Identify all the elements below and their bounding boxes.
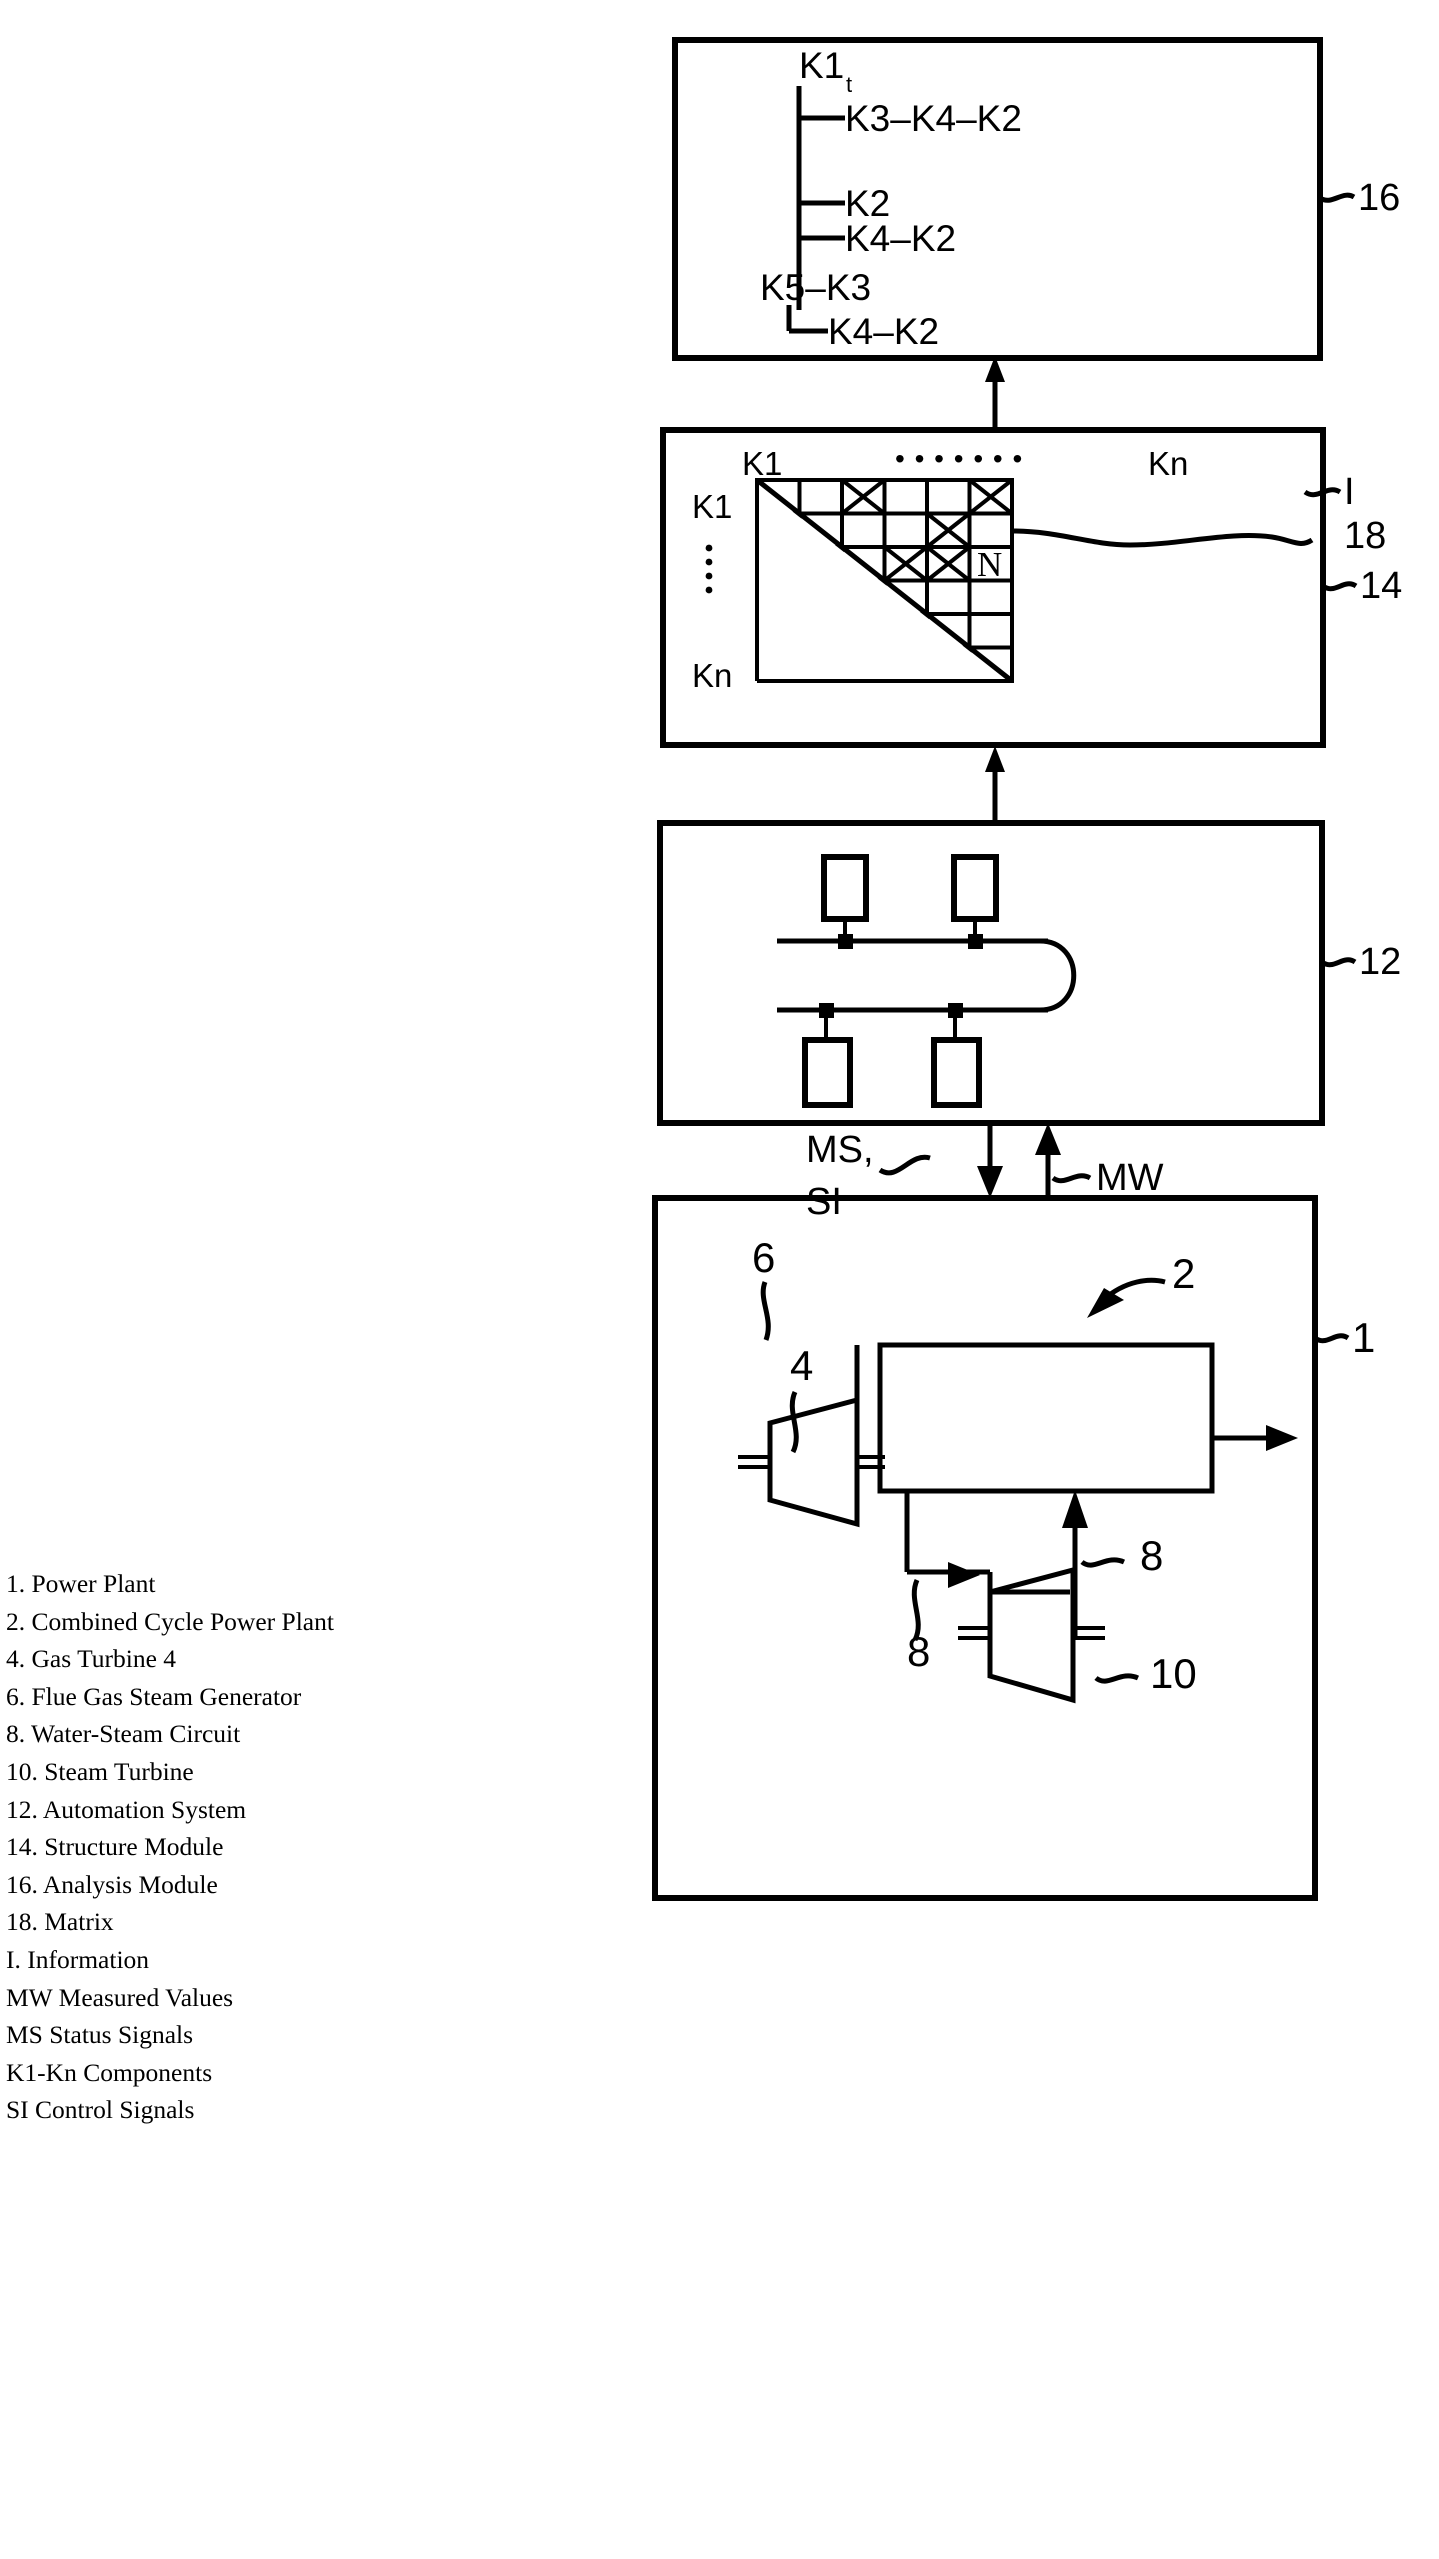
legend-item: 4. Gas Turbine 4 bbox=[6, 1644, 177, 1674]
legend-item: SI Control Signals bbox=[6, 2095, 195, 2125]
ref-label-6: 6 bbox=[752, 1234, 775, 1281]
legend: 1. Power Plant 2. Combined Cycle Power P… bbox=[6, 1565, 426, 2129]
legend-item: K1-Kn Components bbox=[6, 2057, 213, 2087]
figure-canvas: K1 t K3–K4–K2 K2 K4–K2 K5–K3 K4–K2 16 K1… bbox=[0, 0, 1439, 2559]
signal-label-ms: MS, bbox=[806, 1129, 874, 1171]
ref-label-12: 12 bbox=[1359, 941, 1401, 983]
ref-label-8-right: 8 bbox=[1140, 1532, 1163, 1579]
tree2-child-label: K4–K2 bbox=[828, 311, 939, 352]
matrix-row-first-label: K1 bbox=[692, 488, 732, 525]
ref-label-14: 14 bbox=[1360, 565, 1402, 607]
legend-item: 18. Matrix bbox=[6, 1907, 114, 1937]
legend-item: 12. Automation System bbox=[6, 1794, 247, 1824]
ref-label-16: 16 bbox=[1358, 177, 1400, 219]
ref-label-18: 18 bbox=[1344, 515, 1386, 557]
legend-item: 6. Flue Gas Steam Generator bbox=[6, 1681, 302, 1711]
legend-item: 8. Water-Steam Circuit bbox=[6, 1719, 241, 1749]
matrix-row-last-label: Kn bbox=[692, 657, 732, 694]
tree-root-suffix: t bbox=[846, 72, 852, 97]
ref-label-4: 4 bbox=[790, 1342, 813, 1389]
legend-item: 10. Steam Turbine bbox=[6, 1756, 194, 1786]
legend-item: I. Information bbox=[6, 1944, 150, 1974]
matrix-col-first-label: K1 bbox=[742, 445, 782, 482]
legend-item: 2. Combined Cycle Power Plant bbox=[6, 1606, 334, 1636]
legend-item: MS Status Signals bbox=[6, 2020, 194, 2050]
tree-child-label-3: K4–K2 bbox=[845, 218, 956, 259]
ref-label-I: I bbox=[1344, 471, 1355, 513]
legend-item: 14. Structure Module bbox=[6, 1832, 224, 1862]
tree2-root-label: K5–K3 bbox=[760, 267, 871, 308]
signal-label-si: SI bbox=[806, 1181, 842, 1223]
ref-label-1: 1 bbox=[1352, 1314, 1375, 1361]
patent-figure: K1 t K3–K4–K2 K2 K4–K2 K5–K3 K4–K2 16 K1… bbox=[0, 0, 1439, 2559]
tree-child-label-1: K3–K4–K2 bbox=[845, 98, 1022, 139]
legend-item: 16. Analysis Module bbox=[6, 1869, 218, 1899]
legend-item: MW Measured Values bbox=[6, 1982, 234, 2012]
ref-label-10: 10 bbox=[1150, 1650, 1197, 1697]
tree-root-label: K1 bbox=[799, 45, 844, 86]
page-background bbox=[0, 0, 1439, 2559]
matrix-col-last-label: Kn bbox=[1148, 445, 1188, 482]
matrix-cell-marker-N: N bbox=[977, 545, 1002, 584]
ref-label-2: 2 bbox=[1172, 1250, 1195, 1297]
signal-label-mw: MW bbox=[1096, 1157, 1164, 1199]
legend-item: 1. Power Plant bbox=[6, 1569, 156, 1598]
matrix-col-dots: • • • • • • • bbox=[895, 443, 1023, 474]
